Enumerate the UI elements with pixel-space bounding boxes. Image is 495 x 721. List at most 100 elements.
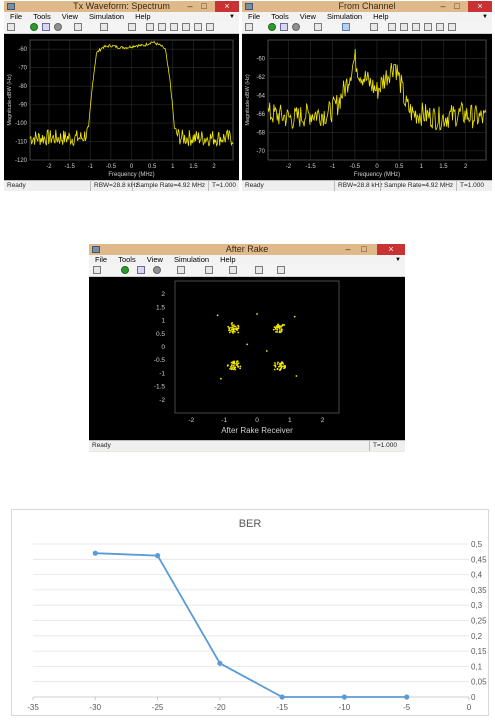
print-icon[interactable] bbox=[93, 266, 101, 274]
y-tick-label: 0 bbox=[471, 693, 476, 702]
maximize-button[interactable]: □ bbox=[197, 1, 211, 12]
autoscale-icon[interactable] bbox=[128, 23, 136, 31]
scatter-point bbox=[274, 362, 276, 364]
scatter-point bbox=[235, 364, 238, 366]
close-button[interactable]: × bbox=[215, 1, 239, 12]
print-icon[interactable] bbox=[245, 23, 253, 31]
menu-tools[interactable]: Tools bbox=[271, 12, 289, 21]
maximize-button[interactable]: □ bbox=[357, 244, 371, 255]
tx-spectrum-chart: -2 -1.5 -1 -0.5 0 0.5 1 1.5 2 -60 -70 -80 -90 -100 -11… bbox=[7, 39, 234, 178]
menu-help[interactable]: Help bbox=[220, 255, 235, 264]
run-icon[interactable] bbox=[268, 23, 276, 31]
scatter-point bbox=[239, 365, 242, 368]
stats-icon[interactable] bbox=[182, 23, 190, 31]
dock-icon[interactable] bbox=[206, 23, 214, 31]
scatter-point bbox=[282, 363, 285, 365]
menu-bar: File Tools View Simulation Help ▼ bbox=[4, 12, 239, 22]
title-bar[interactable]: Tx Waveform: Spectrum – □ × bbox=[4, 1, 239, 12]
menu-simulation[interactable]: Simulation bbox=[327, 12, 362, 21]
scope-actions-icon[interactable] bbox=[255, 266, 263, 274]
chevron-down-icon[interactable]: ▼ bbox=[482, 12, 488, 22]
minimize-button[interactable]: – bbox=[436, 1, 450, 12]
stop-icon[interactable] bbox=[153, 266, 161, 274]
x-tick-label: 2 bbox=[212, 164, 216, 170]
menu-simulation[interactable]: Simulation bbox=[174, 255, 209, 264]
menu-view[interactable]: View bbox=[147, 255, 163, 264]
scatter-point bbox=[293, 315, 296, 318]
highlight-icon[interactable] bbox=[177, 266, 185, 274]
x-tick-label: -1.5 bbox=[64, 164, 75, 170]
dock-icon[interactable] bbox=[277, 266, 285, 274]
peak-icon[interactable] bbox=[170, 23, 178, 31]
peak-icon[interactable] bbox=[412, 23, 420, 31]
step-forward-icon[interactable] bbox=[42, 23, 50, 31]
status-bar: Ready RBW=28.8 kHz Sample Rate=4.92 MHz … bbox=[242, 180, 492, 191]
stop-icon[interactable] bbox=[54, 23, 62, 31]
y-tick-label: -2 bbox=[159, 397, 165, 404]
cursor-icon[interactable] bbox=[158, 23, 166, 31]
stats-icon[interactable] bbox=[424, 23, 432, 31]
dock-icon[interactable] bbox=[448, 23, 456, 31]
minimize-button[interactable]: – bbox=[341, 244, 355, 255]
cursor-icon[interactable] bbox=[400, 23, 408, 31]
menu-tools[interactable]: Tools bbox=[118, 255, 136, 264]
menu-tools[interactable]: Tools bbox=[33, 12, 51, 21]
autoscale-icon[interactable] bbox=[229, 266, 237, 274]
status-bar: Ready RBW=28.8 kHz Sample Rate=4.92 MHz … bbox=[4, 180, 239, 191]
scatter-point bbox=[276, 329, 279, 331]
run-icon[interactable] bbox=[30, 23, 38, 31]
ber-data-point bbox=[404, 694, 410, 700]
maximize-button[interactable]: □ bbox=[450, 1, 464, 12]
x-tick-label: -10 bbox=[339, 703, 351, 712]
y-tick-label: -110 bbox=[15, 140, 27, 146]
print-icon[interactable] bbox=[7, 23, 15, 31]
menu-file[interactable]: File bbox=[95, 255, 107, 264]
menu-help[interactable]: Help bbox=[135, 12, 150, 21]
step-forward-icon[interactable] bbox=[137, 266, 145, 274]
y-tick-label: -60 bbox=[18, 47, 27, 53]
x-tick-label: 2 bbox=[321, 417, 325, 424]
scatter-point bbox=[295, 375, 298, 377]
y-tick-label: 0,2 bbox=[471, 632, 483, 641]
menu-file[interactable]: File bbox=[248, 12, 260, 21]
menu-view[interactable]: View bbox=[62, 12, 78, 21]
stop-icon[interactable] bbox=[292, 23, 300, 31]
chevron-down-icon[interactable]: ▼ bbox=[229, 12, 235, 22]
measure-icon[interactable] bbox=[146, 23, 154, 31]
menu-file[interactable]: File bbox=[10, 12, 22, 21]
zoom-icon[interactable] bbox=[100, 23, 108, 31]
scatter-point bbox=[237, 324, 240, 327]
y-tick-label: -64 bbox=[256, 93, 265, 99]
y-tick-label: -80 bbox=[18, 84, 27, 90]
title-bar[interactable]: After Rake – □ × bbox=[89, 244, 405, 255]
settings-icon[interactable] bbox=[194, 23, 202, 31]
scatter-point bbox=[281, 325, 283, 327]
step-forward-icon[interactable] bbox=[280, 23, 288, 31]
x-tick-label: 0 bbox=[467, 703, 472, 712]
chevron-down-icon[interactable]: ▼ bbox=[395, 255, 401, 265]
settings-icon[interactable] bbox=[436, 23, 444, 31]
zoom-icon[interactable] bbox=[205, 266, 213, 274]
run-icon[interactable] bbox=[121, 266, 129, 274]
title-bar[interactable]: From Channel – □ × bbox=[242, 1, 492, 12]
spectrum-plot-area: -2 -1.5 -1 -0.5 0 0.5 1 1.5 2 -60 -70 -80 -90 -100 -11… bbox=[4, 34, 239, 180]
highlight-icon[interactable] bbox=[74, 23, 82, 31]
close-button[interactable]: × bbox=[377, 244, 405, 255]
scatter-point bbox=[237, 331, 240, 334]
menu-simulation[interactable]: Simulation bbox=[89, 12, 124, 21]
minimize-button[interactable]: – bbox=[183, 1, 197, 12]
zoom-icon[interactable] bbox=[342, 23, 350, 31]
ber-data-point bbox=[155, 553, 161, 559]
highlight-icon[interactable] bbox=[314, 23, 322, 31]
x-tick-label: -1 bbox=[88, 164, 94, 170]
y-tick-label: -62 bbox=[256, 75, 265, 81]
measure-icon[interactable] bbox=[388, 23, 396, 31]
scatter-point bbox=[284, 365, 286, 367]
menu-help[interactable]: Help bbox=[373, 12, 388, 21]
scatter-point bbox=[234, 331, 236, 333]
autoscale-icon[interactable] bbox=[370, 23, 378, 31]
y-tick-label: 0,4 bbox=[471, 571, 483, 580]
tx-spectrum-window: Tx Waveform: Spectrum – □ × File Tools V… bbox=[4, 1, 239, 191]
close-button[interactable]: × bbox=[468, 1, 492, 12]
menu-view[interactable]: View bbox=[300, 12, 316, 21]
